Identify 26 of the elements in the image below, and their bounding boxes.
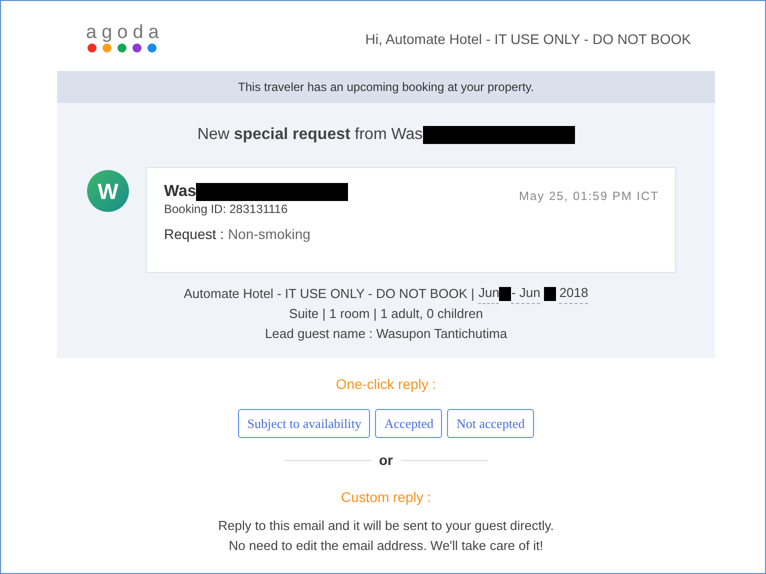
notice-banner: This traveler has an upcoming booking at your property.: [57, 71, 715, 103]
instruction-text: No need to edit the email address. We'll take care of it!: [228, 537, 544, 555]
logo-text: agoda: [85, 23, 164, 43]
reply-option-button[interactable]: Accepted: [375, 409, 442, 438]
lead-guest-name: Lead guest name : Wasupon Tantichutima: [264, 325, 508, 343]
one-click-title: One-click reply :: [336, 375, 436, 394]
custom-reply-title: Custom reply :: [340, 488, 432, 507]
redaction-bar: [499, 286, 512, 300]
check-out-date: - Jun: [511, 283, 540, 304]
reply-option-button[interactable]: Not accepted: [447, 409, 534, 438]
or-divider-text: or: [379, 451, 393, 470]
booking-id: Booking ID: 283131116: [164, 202, 289, 216]
instruction-text: Reply to this email and it will be sent to your guest directly.: [218, 517, 554, 535]
room-details: Suite | 1 room | 1 adult, 0 children: [289, 305, 483, 323]
message-time: May 25, 01:59 PM ICT: [518, 188, 659, 205]
avatar-badge: W: [87, 170, 129, 212]
request-heading: New special request from Was: [197, 125, 423, 145]
booking-property: Automate Hotel - IT USE ONLY - DO NOT BOOK |: [184, 284, 474, 303]
logo-dots-icon: [87, 43, 158, 53]
request-label: Request :: [164, 225, 224, 244]
guest-name: Was: [164, 182, 196, 202]
greeting-text: Hi, Automate Hotel - IT USE ONLY - DO NOT BOOK: [365, 30, 691, 48]
reply-option-button[interactable]: Subject to availability: [238, 409, 370, 438]
booking-year: 2018: [559, 283, 588, 304]
redaction-bar: [544, 286, 556, 300]
request-value: Non-smoking: [228, 225, 310, 244]
